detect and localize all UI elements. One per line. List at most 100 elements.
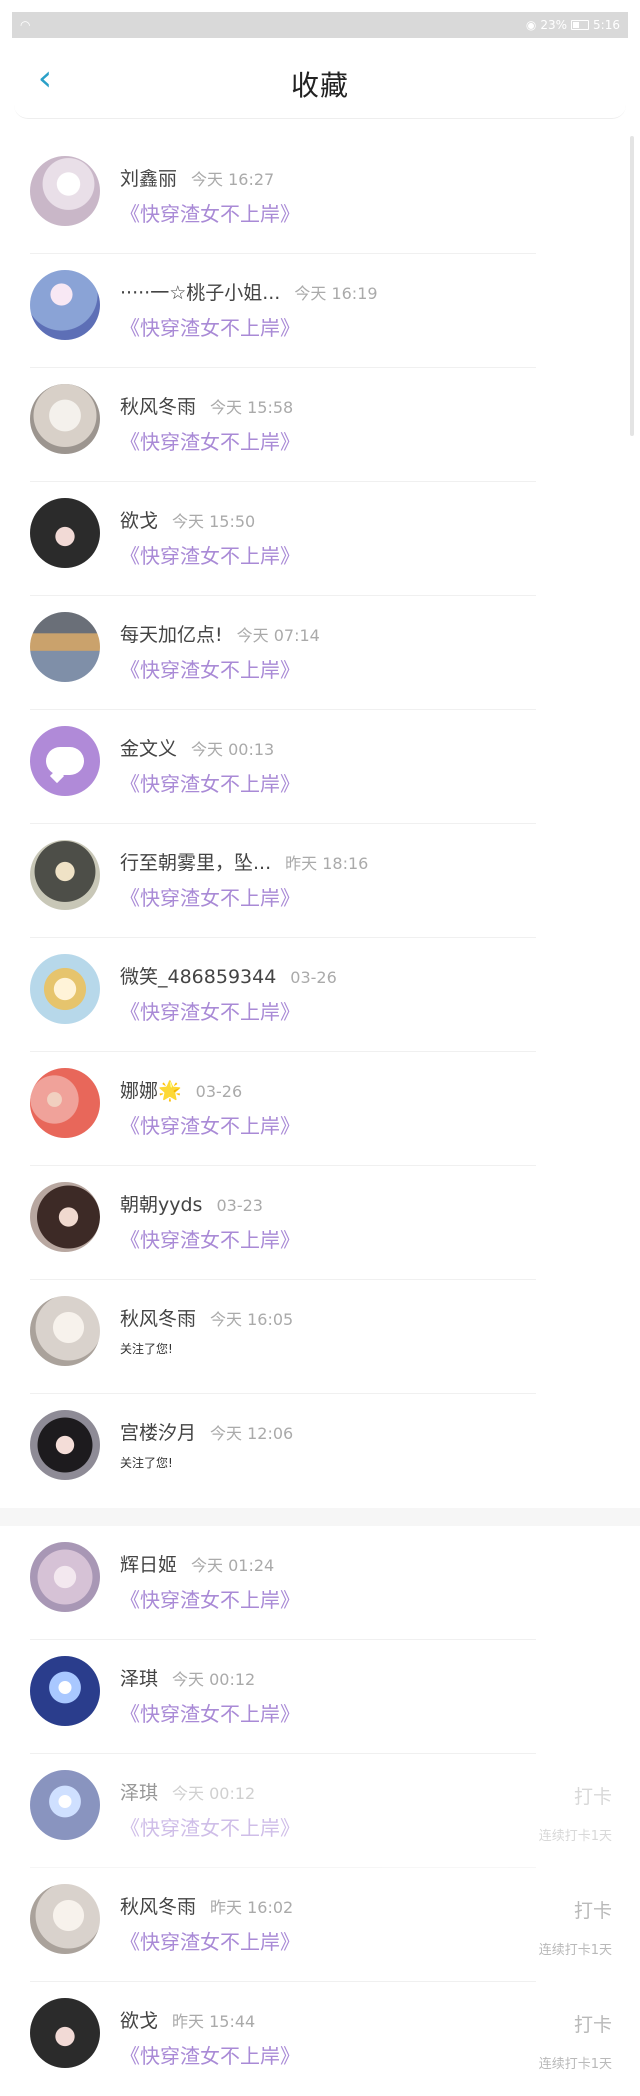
book-link[interactable]: 《快穿渣女不上岸》 — [120, 1812, 300, 1841]
timestamp: 今天 12:06 — [210, 1424, 294, 1443]
list-item[interactable]: ·····一☆桃子小姐... 今天 16:19 《快穿渣女不上岸》 — [14, 254, 626, 368]
timestamp: 今天 16:27 — [191, 170, 275, 189]
list-item[interactable]: 辉日姬 今天 01:24 《快穿渣女不上岸》 — [14, 1526, 626, 1640]
book-link[interactable]: 《快穿渣女不上岸》 — [120, 2040, 300, 2069]
avatar — [30, 612, 100, 682]
timestamp: 03-23 — [216, 1196, 263, 1215]
avatar — [30, 270, 100, 340]
book-link[interactable]: 《快穿渣女不上岸》 — [120, 1584, 300, 1613]
list-item[interactable]: 宫楼汐月 今天 12:06 关注了您! — [14, 1394, 626, 1508]
user-name: 秋风冬雨 今天 15:58 — [120, 392, 293, 419]
timestamp: 昨天 18:16 — [285, 854, 369, 873]
user-name-text: 欲戈 — [120, 2010, 159, 2032]
header: ‹ 收藏 — [14, 40, 626, 119]
user-name: 金文义 今天 00:13 — [120, 734, 274, 761]
list-item[interactable]: 微笑_486859344 03-26 《快穿渣女不上岸》 — [14, 938, 626, 1052]
timestamp: 今天 00:12 — [172, 1784, 256, 1803]
checkin-action[interactable]: 打卡 连续打卡1天 — [539, 1782, 612, 1844]
checkin-action[interactable]: 打卡 连续打卡1天 — [539, 2010, 612, 2072]
list-item[interactable]: 秋风冬雨 今天 15:58 《快穿渣女不上岸》 — [14, 368, 626, 482]
timestamp: 今天 00:13 — [191, 740, 275, 759]
follow-note: 关注了您! — [120, 1342, 173, 1356]
user-name: 欲戈 昨天 15:44 — [120, 2006, 255, 2033]
user-name: 泽琪 今天 00:12 — [120, 1664, 255, 1691]
eye-icon: ◉ — [525, 18, 537, 32]
book-link[interactable]: 《快穿渣女不上岸》 — [120, 996, 300, 1025]
scrollbar-thumb[interactable] — [630, 136, 634, 436]
list-item[interactable]: 欲戈 昨天 15:44 《快穿渣女不上岸》 打卡 连续打卡1天 — [14, 1982, 626, 2096]
list-item[interactable]: 行至朝雾里，坠... 昨天 18:16 《快穿渣女不上岸》 — [14, 824, 626, 938]
list-item[interactable]: 泽琪 今天 00:12 《快穿渣女不上岸》 — [14, 1640, 626, 1754]
user-name-text: 行至朝雾里，坠... — [120, 852, 272, 874]
book-link[interactable]: 《快穿渣女不上岸》 — [120, 1110, 300, 1139]
avatar — [30, 954, 100, 1024]
user-name: 泽琪 今天 00:12 — [120, 1778, 255, 1805]
user-name: 微笑_486859344 03-26 — [120, 962, 337, 989]
avatar — [30, 156, 100, 226]
user-name-text: 秋风冬雨 — [120, 396, 197, 418]
list-item[interactable]: 秋风冬雨 今天 16:05 关注了您! — [14, 1280, 626, 1394]
user-name-text: ·····一☆桃子小姐... — [120, 282, 281, 304]
avatar — [30, 1068, 100, 1138]
user-name-text: 泽琪 — [120, 1668, 159, 1690]
favorites-list: 刘鑫丽 今天 16:27 《快穿渣女不上岸》 ·····一☆桃子小姐... 今天 1… — [0, 140, 640, 2096]
avatar — [30, 498, 100, 568]
book-link[interactable]: 《快穿渣女不上岸》 — [120, 540, 300, 569]
user-name: 朝朝yyds 03-23 — [120, 1190, 263, 1217]
user-name: 刘鑫丽 今天 16:27 — [120, 164, 274, 191]
avatar — [30, 1884, 100, 1954]
follow-note: 关注了您! — [120, 1456, 173, 1470]
user-name-text: 微笑_486859344 — [120, 966, 277, 988]
list-item[interactable]: 刘鑫丽 今天 16:27 《快穿渣女不上岸》 — [14, 140, 626, 254]
avatar — [30, 840, 100, 910]
timestamp: 今天 16:05 — [210, 1310, 294, 1329]
user-name-text: 宫楼汐月 — [120, 1422, 197, 1444]
timestamp: 今天 16:19 — [294, 284, 378, 303]
book-link[interactable]: 《快穿渣女不上岸》 — [120, 654, 300, 683]
book-link[interactable]: 《快穿渣女不上岸》 — [120, 1926, 300, 1955]
book-link[interactable]: 《快穿渣女不上岸》 — [120, 1224, 300, 1253]
streak-label: 连续打卡1天 — [538, 1943, 612, 1958]
list-item[interactable]: 朝朝yyds 03-23 《快穿渣女不上岸》 — [14, 1166, 626, 1280]
list-item[interactable]: 娜娜🌟 03-26 《快穿渣女不上岸》 — [14, 1052, 626, 1166]
checkin-label: 打卡 — [573, 1786, 612, 1808]
streak-label: 连续打卡1天 — [538, 1829, 612, 1844]
checkin-action[interactable]: 打卡 连续打卡1天 — [539, 1896, 612, 1958]
timestamp: 03-26 — [195, 1082, 243, 1101]
avatar — [30, 384, 100, 454]
checkin-label: 打卡 — [573, 1900, 612, 1922]
list-item[interactable]: 泽琪 今天 00:12 《快穿渣女不上岸》 打卡 连续打卡1天 — [14, 1754, 626, 1868]
list-item[interactable]: 每天加亿点! 今天 07:14 《快穿渣女不上岸》 — [14, 596, 626, 710]
avatar — [30, 1998, 100, 2068]
book-link[interactable]: 《快穿渣女不上岸》 — [120, 312, 300, 341]
user-name: ·····一☆桃子小姐... 今天 16:19 — [120, 278, 378, 305]
user-name-text: 每天加亿点! — [120, 624, 223, 646]
user-name: 欲戈 今天 15:50 — [120, 506, 255, 533]
user-name: 秋风冬雨 昨天 16:02 — [120, 1892, 293, 1919]
user-name: 行至朝雾里，坠... 昨天 18:16 — [120, 848, 368, 875]
user-name-text: 秋风冬雨 — [120, 1896, 197, 1918]
list-item[interactable]: 金文义 今天 00:13 《快穿渣女不上岸》 — [14, 710, 626, 824]
timestamp: 昨天 15:44 — [172, 2012, 256, 2031]
avatar — [30, 726, 100, 796]
avatar — [30, 1182, 100, 1252]
timestamp: 今天 01:24 — [191, 1556, 275, 1575]
book-link[interactable]: 《快穿渣女不上岸》 — [120, 882, 300, 911]
user-name-text: 辉日姬 — [120, 1554, 178, 1576]
book-link[interactable]: 《快穿渣女不上岸》 — [120, 768, 300, 797]
avatar — [30, 1770, 100, 1840]
status-time: 5:16 — [593, 18, 620, 32]
book-link[interactable]: 《快穿渣女不上岸》 — [120, 1698, 300, 1727]
book-link[interactable]: 《快穿渣女不上岸》 — [120, 426, 300, 455]
book-link[interactable]: 《快穿渣女不上岸》 — [120, 198, 300, 227]
user-name-text: 欲戈 — [120, 510, 159, 532]
avatar — [30, 1410, 100, 1480]
list-item[interactable]: 秋风冬雨 昨天 16:02 《快穿渣女不上岸》 打卡 连续打卡1天 — [14, 1868, 626, 1982]
timestamp: 今天 15:50 — [172, 512, 256, 531]
timestamp: 昨天 16:02 — [210, 1898, 294, 1917]
streak-label: 连续打卡1天 — [538, 2057, 612, 2072]
user-name-text: 泽琪 — [120, 1782, 159, 1804]
wifi-icon: ◠ — [20, 18, 31, 32]
list-item[interactable]: 欲戈 今天 15:50 《快穿渣女不上岸》 — [14, 482, 626, 596]
page-title: 收藏 — [290, 69, 349, 102]
